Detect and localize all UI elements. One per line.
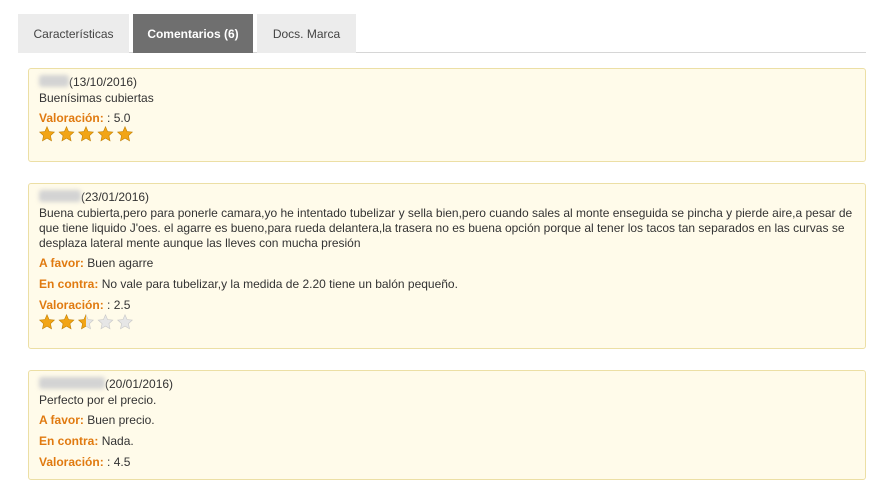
review-date: (13/10/2016): [69, 75, 138, 89]
pros-label: A favor:: [39, 256, 84, 270]
review-rating-line: Valoración: : 4.5: [39, 455, 857, 470]
review-cons-line: En contra: Nada.: [39, 434, 857, 449]
tab-caracteristicas[interactable]: Características: [18, 14, 129, 53]
rating-label: Valoración:: [39, 111, 104, 125]
review-header: (13/10/2016): [39, 75, 857, 90]
review-rating-line: Valoración: : 2.5: [39, 298, 857, 313]
star-half-icon: [77, 314, 95, 330]
review-date: (20/01/2016): [105, 377, 174, 391]
star-full-icon: [58, 314, 75, 330]
pros-value: Buen precio.: [87, 413, 155, 427]
star-rating: [39, 314, 135, 330]
review-text: Buenísimas cubiertas: [39, 91, 154, 105]
star-empty-icon: [116, 314, 134, 330]
star-full-icon: [116, 126, 134, 142]
cons-value: No vale para tubelizar,y la medida de 2.…: [101, 277, 458, 291]
author-name-blurred: [39, 75, 69, 87]
stars-svg: [39, 126, 134, 142]
pros-label: A favor:: [39, 413, 84, 427]
review-card: (23/01/2016) Buena cubierta,pero para po…: [28, 183, 866, 349]
review-cons-line: En contra: No vale para tubelizar,y la m…: [39, 277, 857, 292]
review-header: (20/01/2016): [39, 377, 857, 392]
review-date: (23/01/2016): [81, 190, 150, 204]
rating-label: Valoración:: [39, 455, 104, 469]
pros-value: Buen agarre: [87, 256, 154, 270]
cons-label: En contra:: [39, 434, 99, 448]
review-card: (20/01/2016) Perfecto por el precio. A f…: [28, 370, 866, 480]
rating-value: : 2.5: [107, 298, 131, 312]
cons-label: En contra:: [39, 277, 99, 291]
author-name-blurred: [39, 377, 105, 389]
rating-value: : 5.0: [107, 111, 131, 125]
rating-label: Valoración:: [39, 298, 104, 312]
star-full-icon: [39, 314, 56, 330]
review-rating-line: Valoración: : 5.0: [39, 111, 857, 126]
review-card: (13/10/2016) Buenísimas cubiertas Valora…: [28, 68, 866, 162]
star-full-icon: [77, 126, 95, 142]
tab-bar: Características Comentarios (6) Docs. Ma…: [18, 14, 866, 53]
star-empty-icon: [97, 314, 114, 330]
star-full-icon: [58, 126, 75, 142]
review-text: Perfecto por el precio.: [39, 393, 157, 407]
review-pros-line: A favor: Buen precio.: [39, 413, 857, 428]
author-name-blurred: [39, 190, 81, 202]
cons-value: Nada.: [101, 434, 134, 448]
tab-comentarios[interactable]: Comentarios (6): [133, 14, 253, 53]
stars-svg: [39, 314, 134, 330]
review-text: Buena cubierta,pero para ponerle camara,…: [39, 206, 853, 250]
review-pros-line: A favor: Buen agarre: [39, 256, 857, 271]
rating-value: : 4.5: [107, 455, 131, 469]
tab-docs-marca[interactable]: Docs. Marca: [257, 14, 356, 53]
star-full-icon: [39, 126, 56, 142]
star-full-icon: [97, 126, 114, 142]
star-rating: [39, 126, 135, 142]
review-header: (23/01/2016): [39, 190, 857, 205]
